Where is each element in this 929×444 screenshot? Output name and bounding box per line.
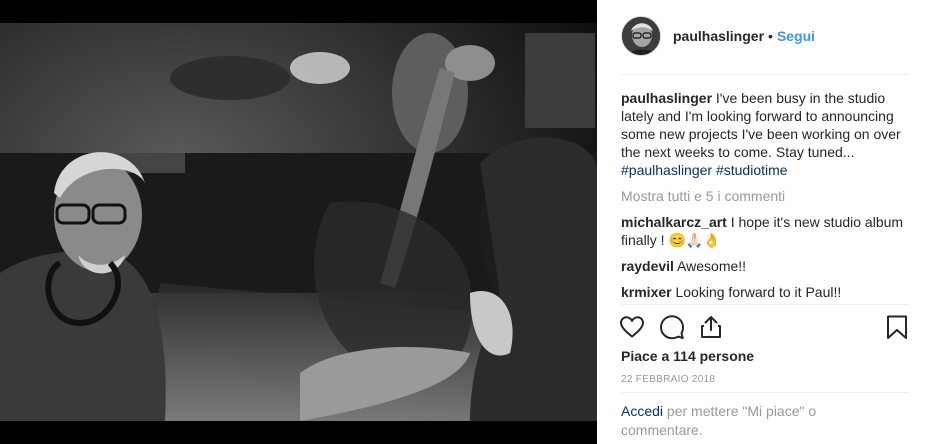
post-header: paulhaslinger • Segui bbox=[621, 14, 815, 58]
avatar[interactable] bbox=[621, 16, 661, 56]
post-date: 22 FEBBRAIO 2018 bbox=[621, 374, 716, 385]
login-link[interactable]: Accedi bbox=[621, 403, 663, 419]
likes-count[interactable]: Piace a 114 persone bbox=[621, 348, 754, 364]
comment-item: raydevil Awesome!! bbox=[621, 257, 911, 275]
follow-button[interactable]: Segui bbox=[777, 28, 815, 44]
comment-text: Awesome!! bbox=[673, 258, 747, 274]
post-side-panel: paulhaslinger • Segui paulhaslinger I've… bbox=[597, 0, 929, 444]
comment-text: Looking forward to it Paul!! bbox=[671, 284, 842, 300]
actions-divider bbox=[621, 304, 909, 305]
comment-icon[interactable] bbox=[659, 314, 685, 340]
action-bar bbox=[619, 314, 911, 342]
studio-photo-image bbox=[0, 23, 597, 421]
comment-username[interactable]: michalkarcz_art bbox=[621, 214, 727, 230]
hashtag-link[interactable]: #studiotime bbox=[716, 162, 788, 178]
post-photo[interactable] bbox=[0, 23, 597, 421]
bookmark-icon[interactable] bbox=[884, 314, 910, 340]
caption-username[interactable]: paulhaslinger bbox=[621, 90, 712, 106]
show-all-comments-link[interactable]: Mostra tutti e 5 i commenti bbox=[621, 187, 911, 205]
header-divider bbox=[621, 74, 909, 75]
share-icon[interactable] bbox=[698, 314, 724, 340]
login-prompt: Accedi per mettere "Mi piace" o commenta… bbox=[621, 402, 901, 440]
comment-item: krmixer Looking forward to it Paul!! bbox=[621, 283, 911, 301]
post-caption: paulhaslinger I've been busy in the stud… bbox=[621, 89, 911, 179]
comment-item: michalkarcz_art I hope it's new studio a… bbox=[621, 213, 911, 249]
header-separator: • bbox=[768, 28, 773, 44]
login-divider bbox=[621, 392, 909, 393]
photo-frame-top bbox=[0, 0, 597, 23]
hashtag-link[interactable]: #paulhaslinger bbox=[621, 162, 712, 178]
header-username[interactable]: paulhaslinger bbox=[673, 28, 764, 44]
comment-username[interactable]: krmixer bbox=[621, 284, 672, 300]
comment-username[interactable]: raydevil bbox=[621, 258, 674, 274]
comments-section: paulhaslinger I've been busy in the stud… bbox=[621, 89, 911, 301]
photo-frame-bottom bbox=[0, 421, 597, 444]
avatar-image bbox=[622, 17, 660, 55]
heart-icon[interactable] bbox=[619, 314, 645, 340]
